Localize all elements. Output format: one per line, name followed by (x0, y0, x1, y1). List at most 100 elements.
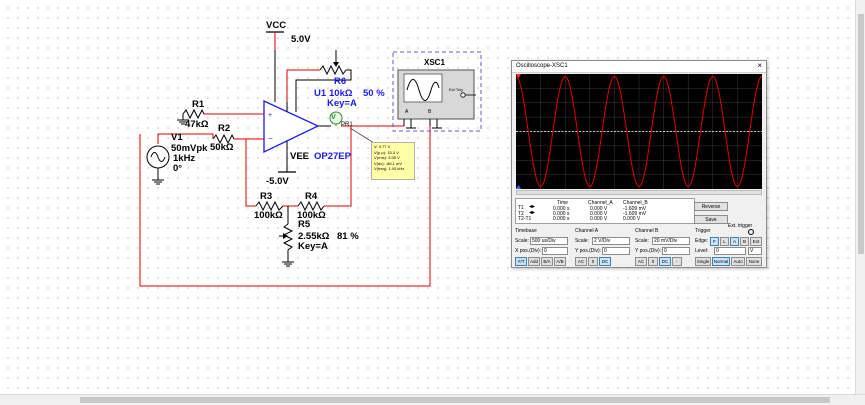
channel-a-scale-label: Scale: (575, 238, 589, 244)
trigger-edge-label: Edge: (695, 238, 709, 244)
probe-tag-lead (349, 127, 375, 144)
r1-resistor (182, 108, 205, 120)
svg-text:+: + (268, 112, 272, 119)
oscilloscope-title: Oscilloscope-XSC1 (516, 63, 568, 69)
ext-trigger-label: Ext. trigger (728, 223, 753, 229)
mode-ab-button[interactable]: A/B (554, 257, 566, 266)
r5-percent: 81 % (337, 231, 359, 242)
vcc-value: 5.0V (291, 34, 311, 45)
oscilloscope-screen[interactable] (516, 74, 762, 189)
r4-name: R4 (305, 191, 318, 202)
trigger-level-label: Level: (695, 248, 709, 254)
channel-b-scale-input[interactable]: 20 mV/Div (652, 237, 690, 245)
probe-icon: V (331, 114, 336, 121)
oscilloscope-window[interactable]: Oscilloscope-XSC1 × Time Channel_A Chann… (511, 60, 767, 268)
dt-channel-a: 0.000 V (590, 216, 608, 222)
r4-to-output-wire (324, 126, 352, 207)
timebase-scale-label: Scale: (515, 238, 529, 244)
channel-a-dc-button[interactable]: DC (599, 257, 611, 266)
r5-name: R5 (298, 219, 311, 230)
trigger-level-input[interactable]: 0 (714, 247, 746, 255)
xsc1-name: XSC1 (424, 58, 445, 67)
close-icon[interactable]: × (757, 62, 762, 70)
trigger-auto-button[interactable]: Auto (731, 257, 745, 266)
minus-to-r3-wire (245, 139, 256, 207)
trigger-source-a-button[interactable]: A (730, 237, 739, 246)
horizontal-scrollbar[interactable] (0, 394, 865, 405)
probe-name: PR1 (341, 122, 353, 128)
dt-time: 0.000 s (553, 216, 570, 222)
cursor-t2-marker[interactable] (516, 185, 521, 189)
vee-value: -5.0V (266, 176, 289, 187)
channel-b-zero-button[interactable]: 0 (648, 257, 658, 266)
probe-readout: V: 3.77 V V(p-p): 15.3 V V(rms): 3.95 V … (371, 142, 415, 180)
mode-ba-button[interactable]: B/A (541, 257, 553, 266)
channel-a-ypos-label: Y pos.(Div): (575, 248, 602, 254)
dt-channel-b: 0.000 V (623, 216, 641, 222)
r3-name: R3 (260, 191, 273, 202)
ext-trigger-terminal[interactable] (748, 229, 754, 235)
r1-name: R1 (192, 99, 205, 110)
channel-b-ypos-label: Y pos.(Div): (635, 248, 662, 254)
r6-percent: 50 % (363, 88, 385, 99)
r3-value: 100kΩ (254, 210, 283, 221)
r2-name: R2 (218, 123, 231, 134)
r5-key: Key=A (298, 241, 328, 252)
channel-a-zero-button[interactable]: 0 (588, 257, 598, 266)
r6-wiper-arrow (333, 62, 339, 67)
u1-name: U1 (314, 88, 327, 99)
trigger-level-unit[interactable]: V (748, 247, 762, 255)
screen-scrollbar[interactable] (516, 190, 762, 195)
timebase-scale-input[interactable]: 500 us/Div (530, 237, 568, 245)
r3-resistor (255, 200, 284, 212)
oscilloscope-titlebar[interactable]: Oscilloscope-XSC1 × (512, 61, 766, 73)
r6-resistor (319, 64, 347, 76)
r2-value: 50kΩ (210, 142, 234, 153)
trigger-source-ext-button[interactable]: Ext (750, 237, 762, 246)
r6-key: Key=A (327, 98, 357, 109)
save-button[interactable]: Save (694, 215, 728, 224)
trigger-title: Trigger (695, 228, 711, 234)
channel-a-ac-button[interactable]: AC (575, 257, 587, 266)
vee-label: VEE (290, 151, 310, 162)
timebase-xpos-input[interactable]: 0 (542, 247, 568, 255)
mode-add-button[interactable]: Add (528, 257, 540, 266)
measurement-table: Time Channel_A Channel_B T1 ◂▸ 0.000 s 0… (515, 198, 695, 224)
channel-b-title: Channel B (635, 228, 659, 234)
row-label: T2-T1 (518, 216, 532, 222)
v1-name: V1 (171, 132, 183, 143)
probe-line: V(freq): 1.00 kHz (374, 166, 405, 171)
svg-text:−: − (268, 134, 273, 143)
opamp-triangle (263, 99, 320, 154)
v1-phase: 0° (173, 163, 183, 174)
trigger-source-b-button[interactable]: B (740, 237, 749, 246)
channel-b-invert-button[interactable]: - (672, 257, 682, 266)
channel-b-dc-button[interactable]: DC (659, 257, 671, 266)
r4-resistor (297, 200, 325, 212)
trigger-falling-button[interactable]: L (720, 237, 729, 246)
trigger-normal-button[interactable]: Normal (712, 257, 730, 266)
xsc1-pin-b-label: B (428, 109, 432, 115)
xsc1-screen (403, 73, 443, 103)
vcc-label: VCC (266, 20, 287, 31)
horizontal-scroll-thumb[interactable] (80, 397, 830, 403)
trigger-rising-button[interactable]: F (710, 237, 719, 246)
channel-a-scale-input[interactable]: 2 V/Div (592, 237, 630, 245)
trigger-none-button[interactable]: None (746, 257, 762, 266)
u1-part: OP27EP (314, 151, 351, 162)
r6-name: R6 (334, 76, 347, 87)
mode-yt-button[interactable]: Y/T (515, 257, 527, 266)
timebase-xpos-label: X pos.(Div): (515, 248, 542, 254)
channel-a-ypos-input[interactable]: 0 (602, 247, 630, 255)
timebase-title: Timebase (515, 228, 537, 234)
channel-b-ypos-input[interactable]: 0 (662, 247, 690, 255)
vertical-scrollbar[interactable] (855, 0, 865, 394)
reverse-button[interactable]: Reverse (694, 202, 728, 211)
vertical-scroll-thumb[interactable] (858, 14, 864, 254)
xsc1-ext-trig-label: Ext Trig (449, 87, 463, 92)
trigger-single-button[interactable]: Single (695, 257, 711, 266)
channel-a-title: Channel A (575, 228, 599, 234)
r1-value: 47kΩ (185, 119, 209, 130)
channel-b-ac-button[interactable]: AC (635, 257, 647, 266)
channel-b-scale-label: Scale: (635, 238, 649, 244)
